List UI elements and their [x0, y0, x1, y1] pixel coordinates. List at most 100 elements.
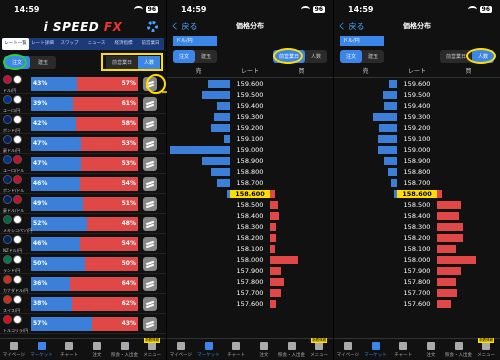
buy-cell	[437, 244, 500, 253]
tab-icon	[454, 341, 463, 350]
sell-bar	[378, 145, 397, 154]
tab-bar-item[interactable]: マイページ	[0, 339, 28, 360]
buy-cell	[270, 222, 333, 231]
price-distribution-button[interactable]	[143, 96, 157, 111]
tab-bar-item[interactable]: チャート	[55, 339, 83, 360]
pair-selector[interactable]: ドル/円	[173, 36, 217, 46]
toggle-count[interactable]: 人数	[305, 50, 327, 63]
ladder-row: 159.200	[167, 122, 333, 133]
tab-0[interactable]: レート一覧	[2, 38, 29, 50]
flag-icon	[3, 314, 12, 324]
tab-bar-item[interactable]: メニュー 新着情報	[138, 338, 166, 360]
tab-2[interactable]: スワップ	[56, 38, 83, 50]
tab-5[interactable]: 前営業日	[137, 38, 164, 50]
toggle-position[interactable]: 建玉	[362, 50, 384, 63]
price-distribution-button[interactable]	[143, 296, 157, 311]
toggle-position[interactable]: 建玉	[195, 50, 217, 63]
sentiment-bar: 52% 48%	[31, 216, 138, 231]
sentiment-bar: 47% 53%	[31, 156, 138, 171]
sell-bar	[217, 101, 230, 110]
rate-label: 159.300	[236, 112, 264, 121]
rate-label: 159.400	[403, 101, 431, 110]
tab-bar-item[interactable]: マイページ	[334, 339, 362, 360]
pair-name: 豪ドル/円	[3, 147, 21, 153]
tab-bar-item[interactable]: メニュー 新着情報	[305, 338, 333, 360]
tab-icon	[65, 341, 74, 350]
rate-label: 158.800	[236, 167, 264, 176]
rate-label: 158.800	[403, 167, 431, 176]
tab-bar-item[interactable]: 照会・入出金	[111, 339, 139, 360]
buy-cell	[270, 277, 333, 286]
tab-bar-item[interactable]: メニュー 新着情報	[472, 338, 500, 360]
ladder-row: 159.300	[334, 111, 500, 122]
rate-label: 158.900	[236, 156, 264, 165]
tab-1[interactable]: レート詳細	[29, 38, 56, 50]
price-distribution-button[interactable]	[143, 116, 157, 131]
toggle-position[interactable]: 建玉	[30, 56, 56, 69]
rate-label: 158.500	[403, 200, 431, 209]
tab-bar-item[interactable]: 照会・入出金	[445, 339, 473, 360]
price-distribution-button[interactable]	[143, 316, 157, 331]
price-distribution-button[interactable]	[143, 216, 157, 231]
buy-ratio: 53%	[81, 156, 138, 171]
buy-cell	[437, 266, 500, 275]
sell-cell	[334, 156, 397, 165]
tab-label: マーケット	[30, 352, 53, 358]
sell-cell	[167, 79, 230, 88]
rate-label: 158.700	[236, 178, 264, 187]
buy-ratio: 58%	[75, 116, 138, 131]
flag-icon	[13, 314, 22, 324]
toggle-order[interactable]: 注文	[173, 49, 196, 63]
pair-selector[interactable]: ドル/円	[340, 36, 384, 46]
tab-bar-item[interactable]: 照会・入出金	[278, 339, 306, 360]
tab-bar-item[interactable]: 注文	[417, 339, 445, 360]
tab-bar-item[interactable]: マーケット	[195, 339, 223, 360]
currency-row: ポンド/ドル 46% 54%	[0, 174, 166, 194]
tab-bar-item[interactable]: マーケット	[28, 339, 56, 360]
sell-cell	[167, 267, 230, 275]
page-title: 価格分布	[236, 22, 264, 30]
buy-bar	[270, 189, 276, 198]
buy-cell	[437, 135, 500, 143]
tab-bar-item[interactable]: 注文	[250, 339, 278, 360]
buy-cell	[437, 222, 500, 231]
price-distribution-button[interactable]	[143, 156, 157, 171]
tab-bar-item[interactable]: 注文	[83, 339, 111, 360]
highlight-box	[101, 53, 163, 71]
pair-name: ユーロ/円	[3, 107, 21, 113]
buy-cell	[437, 80, 500, 88]
price-distribution-button[interactable]	[143, 176, 157, 191]
sell-bar	[373, 112, 397, 121]
pair-name: NZドル/円	[3, 247, 23, 253]
gear-icon[interactable]	[147, 21, 158, 32]
tab-3[interactable]: ニュース	[83, 38, 110, 50]
sell-cell	[334, 256, 397, 264]
sell-ratio: 46%	[31, 236, 81, 251]
tab-bar-item[interactable]: マイページ	[167, 339, 195, 360]
ladder-row: 158.900	[334, 155, 500, 166]
buy-ratio: 50%	[84, 256, 138, 271]
rate-label: 157.700	[403, 288, 431, 297]
price-distribution-button[interactable]	[143, 276, 157, 291]
pair-name: トルコリラ/円	[3, 327, 29, 333]
price-distribution-button[interactable]	[143, 236, 157, 251]
price-distribution-button[interactable]	[143, 196, 157, 211]
sell-cell	[167, 223, 230, 231]
tab-bar-item[interactable]: チャート	[389, 339, 417, 360]
pair-flags: メキシコペソ/円	[3, 214, 32, 233]
currency-row: NZドル/円 46% 54%	[0, 234, 166, 254]
buy-bar	[437, 299, 451, 308]
price-distribution-button[interactable]	[143, 136, 157, 151]
buy-cell	[437, 255, 500, 264]
tab-4[interactable]: 経済指標	[110, 38, 137, 50]
sell-cell	[334, 212, 397, 220]
toggle-order[interactable]: 注文	[340, 49, 363, 63]
tab-bar-item[interactable]: マーケット	[362, 339, 390, 360]
sentiment-bar: 42% 58%	[31, 116, 138, 131]
buy-cell	[437, 277, 500, 286]
ladder-row: 158.000	[334, 254, 500, 265]
price-distribution-button[interactable]	[143, 256, 157, 271]
rate-label: 158.500	[236, 200, 264, 209]
buy-cell	[270, 233, 333, 242]
tab-bar-item[interactable]: チャート	[222, 339, 250, 360]
